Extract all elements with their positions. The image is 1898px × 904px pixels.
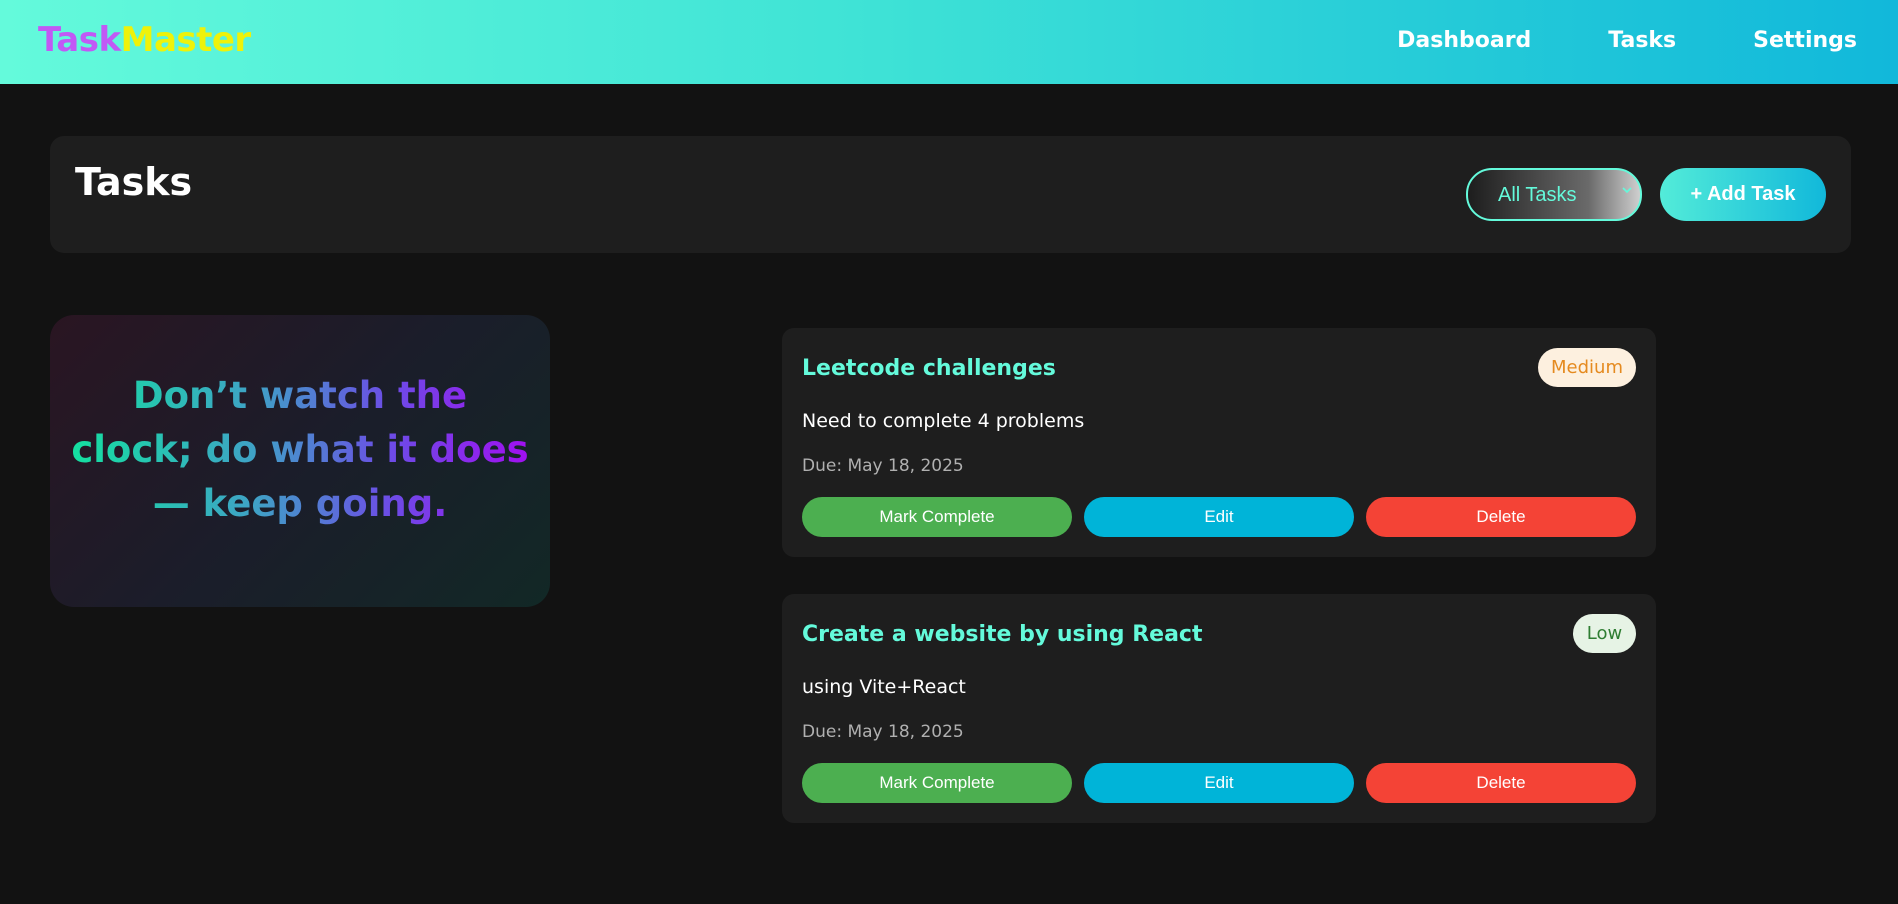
delete-button[interactable]: Delete xyxy=(1366,763,1636,803)
motivational-quote: Don’t watch the clock; do what it does —… xyxy=(70,369,530,531)
edit-button[interactable]: Edit xyxy=(1084,497,1354,537)
brand-part-master: Master xyxy=(120,20,252,60)
brand-part-task: Task xyxy=(38,20,121,60)
task-description: using Vite+React xyxy=(802,676,966,698)
brand-logo[interactable]: TaskMaster xyxy=(38,20,251,60)
chevron-down-icon xyxy=(1622,187,1632,194)
task-due-date: Due: May 18, 2025 xyxy=(802,722,964,742)
nav-link-settings[interactable]: Settings xyxy=(1753,28,1857,53)
task-title: Create a website by using React xyxy=(802,622,1203,647)
task-filter-select[interactable]: All Tasks xyxy=(1466,168,1642,221)
edit-button[interactable]: Edit xyxy=(1084,763,1354,803)
motivational-quote-card: Don’t watch the clock; do what it does —… xyxy=(50,315,550,607)
priority-badge: Low xyxy=(1573,614,1636,653)
nav-link-dashboard[interactable]: Dashboard xyxy=(1397,28,1531,53)
task-description: Need to complete 4 problems xyxy=(802,410,1085,432)
mark-complete-button[interactable]: Mark Complete xyxy=(802,497,1072,537)
page-title: Tasks xyxy=(75,160,193,204)
delete-button[interactable]: Delete xyxy=(1366,497,1636,537)
task-due-date: Due: May 18, 2025 xyxy=(802,456,964,476)
task-card: Create a website by using React Low usin… xyxy=(782,594,1656,823)
task-filter-value: All Tasks xyxy=(1498,184,1577,206)
mark-complete-button[interactable]: Mark Complete xyxy=(802,763,1072,803)
task-title: Leetcode challenges xyxy=(802,356,1056,381)
navbar: TaskMaster Dashboard Tasks Settings xyxy=(0,0,1898,84)
priority-badge: Medium xyxy=(1538,348,1636,387)
nav-links: Dashboard Tasks Settings xyxy=(1320,28,1857,53)
add-task-button[interactable]: + Add Task xyxy=(1660,168,1826,221)
tasks-header: Tasks All Tasks + Add Task xyxy=(50,136,1851,253)
nav-link-tasks[interactable]: Tasks xyxy=(1608,28,1676,53)
task-card: Leetcode challenges Medium Need to compl… xyxy=(782,328,1656,557)
